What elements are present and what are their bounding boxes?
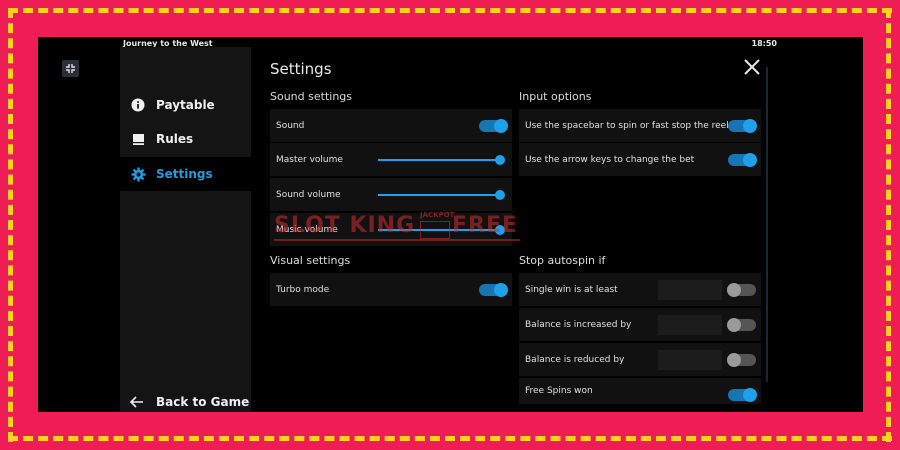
nav-label-settings: Settings xyxy=(156,167,213,181)
nav-label-rules: Rules xyxy=(156,132,194,146)
master-volume-slider[interactable] xyxy=(378,155,505,165)
music-volume-row: Music volume xyxy=(270,213,512,246)
turbo-mode-row: Turbo mode xyxy=(270,273,512,306)
balance-reduced-row: Balance is reduced by xyxy=(519,343,761,376)
game-screen: Journey to the West 18:50 Paytable Rules… xyxy=(38,37,863,412)
sound-volume-row: Sound volume xyxy=(270,178,512,211)
nav-label-paytable: Paytable xyxy=(156,98,215,112)
sound-row: Sound xyxy=(270,109,512,142)
free-spins-label: Free Spins won xyxy=(525,386,593,396)
close-icon xyxy=(744,59,760,75)
sidebar: Paytable Rules Settings Back to Game xyxy=(120,47,251,412)
sound-volume-slider[interactable] xyxy=(378,190,505,200)
page-title: Settings xyxy=(270,60,332,78)
border-dash-top xyxy=(8,8,892,13)
collapse-button[interactable] xyxy=(62,60,79,77)
border-dash-left xyxy=(8,8,13,442)
balance-reduced-label: Balance is reduced by xyxy=(525,354,625,365)
gear-icon xyxy=(130,166,146,182)
balance-reduced-toggle[interactable] xyxy=(727,353,756,367)
master-volume-row: Master volume xyxy=(270,143,512,176)
info-icon xyxy=(130,97,146,113)
arrow-keys-toggle[interactable] xyxy=(728,153,757,167)
nav-item-rules[interactable]: Rules xyxy=(120,122,251,156)
single-win-toggle[interactable] xyxy=(727,283,756,297)
sound-settings-title: Sound settings xyxy=(270,90,353,103)
nav-item-settings[interactable]: Settings xyxy=(120,157,251,191)
balance-increased-toggle[interactable] xyxy=(727,318,756,332)
close-button[interactable] xyxy=(743,58,761,76)
back-to-game-button[interactable]: Back to Game xyxy=(120,392,251,412)
balance-increased-input[interactable] xyxy=(658,315,722,335)
master-volume-label: Master volume xyxy=(276,154,343,165)
spacebar-label: Use the spacebar to spin or fast stop th… xyxy=(525,120,734,131)
turbo-mode-label: Turbo mode xyxy=(276,284,330,295)
collapse-icon xyxy=(66,64,75,73)
sound-volume-label: Sound volume xyxy=(276,189,341,200)
single-win-input[interactable] xyxy=(658,280,722,300)
balance-increased-row: Balance is increased by xyxy=(519,308,761,341)
balance-increased-label: Balance is increased by xyxy=(525,319,632,330)
sound-toggle[interactable] xyxy=(479,119,508,133)
turbo-mode-toggle[interactable] xyxy=(479,283,508,297)
border-dash-bottom xyxy=(8,436,892,441)
scrollbar[interactable] xyxy=(766,67,768,382)
single-win-label: Single win is at least xyxy=(525,284,618,295)
free-spins-row: Free Spins won xyxy=(519,378,761,404)
arrow-keys-row: Use the arrow keys to change the bet xyxy=(519,143,761,176)
music-volume-slider[interactable] xyxy=(378,225,505,235)
spacebar-toggle[interactable] xyxy=(728,119,757,133)
sound-label: Sound xyxy=(276,120,305,131)
nav-item-paytable[interactable]: Paytable xyxy=(120,88,251,122)
input-options-title: Input options xyxy=(519,90,592,103)
music-volume-label: Music volume xyxy=(276,224,338,235)
free-spins-toggle[interactable] xyxy=(728,388,757,402)
balance-reduced-input[interactable] xyxy=(658,350,722,370)
single-win-row: Single win is at least xyxy=(519,273,761,306)
border-dash-right xyxy=(886,8,891,442)
back-to-game-label: Back to Game xyxy=(156,395,250,409)
arrow-keys-label: Use the arrow keys to change the bet xyxy=(525,154,695,165)
visual-settings-title: Visual settings xyxy=(270,254,351,267)
arrow-left-icon xyxy=(130,394,146,410)
stop-autospin-title: Stop autospin if xyxy=(519,254,606,267)
book-icon xyxy=(130,131,146,147)
clock: 18:50 xyxy=(751,39,777,48)
spacebar-row: Use the spacebar to spin or fast stop th… xyxy=(519,109,761,142)
